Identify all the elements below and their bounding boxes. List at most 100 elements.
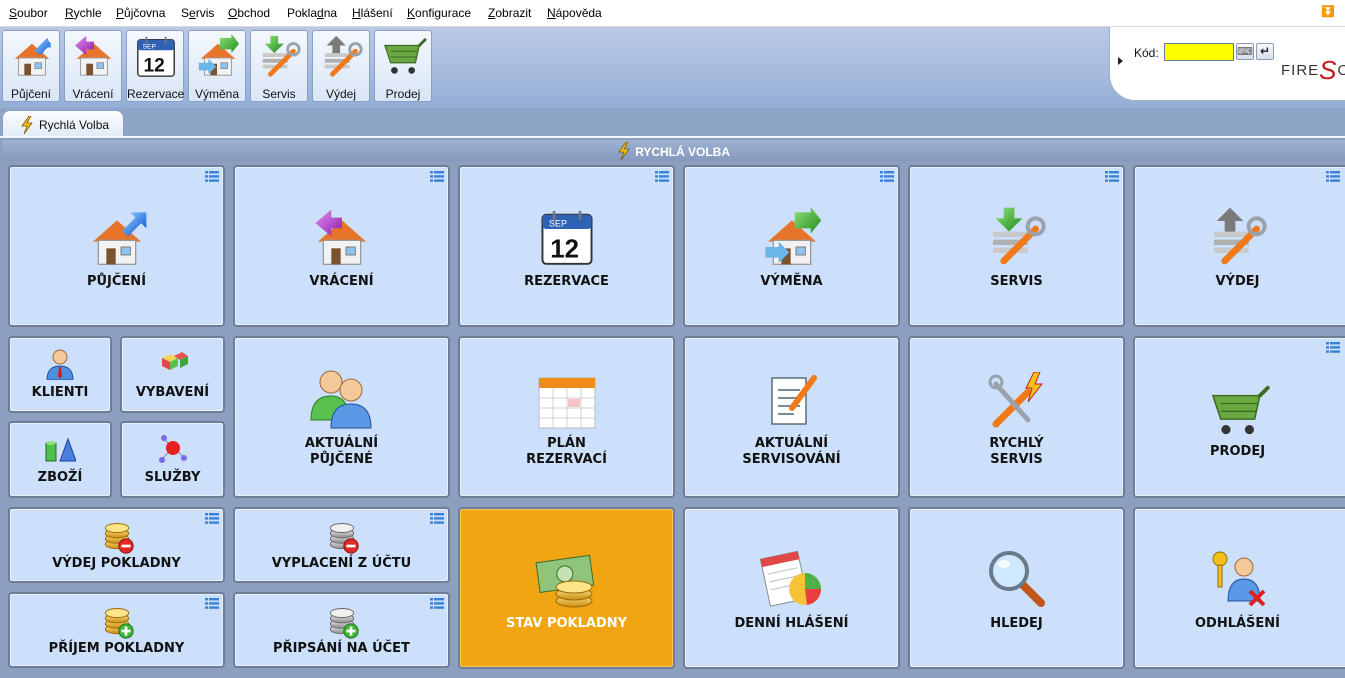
menu-hlaseni[interactable]: Hlášení <box>352 6 393 20</box>
tile-aktualni-servisovani[interactable]: AKTUÁLNÍ SERVISOVÁNÍ <box>683 336 900 498</box>
coins-minus-icon <box>329 523 359 554</box>
tile-hledej[interactable]: HLEDEJ <box>908 507 1125 669</box>
menu-rychle[interactable]: Rychle <box>65 6 102 20</box>
toolbar-label: Výdej <box>325 87 357 101</box>
toolbar-label: Výměna <box>194 87 240 101</box>
tile-label: STAV POKLADNY <box>505 616 628 631</box>
tile-vybaveni[interactable]: VYBAVENÍ <box>120 336 225 413</box>
expand-arrow-icon[interactable] <box>1118 57 1123 65</box>
tile-plan-rezervaci[interactable]: PLÁN REZERVACÍ <box>458 336 675 498</box>
tile-label: HLEDEJ <box>990 616 1043 631</box>
tile-label: DENNÍ HLÁŠENÍ <box>734 616 849 631</box>
tile-menu-icon[interactable] <box>430 513 444 524</box>
tile-label: ODHLÁŠENÍ <box>1194 616 1281 631</box>
tab-rychla-volba[interactable]: Rychlá Volba <box>2 110 124 137</box>
magnifier-icon <box>988 551 1045 607</box>
services-molecule-icon <box>158 435 187 463</box>
toolbar-servis-button[interactable]: Servis <box>250 30 308 102</box>
tile-vraceni[interactable]: VRÁCENÍ <box>233 165 450 327</box>
tile-label: PŘIPSÁNÍ NA ÚČET <box>273 641 410 656</box>
tile-vymena[interactable]: VÝMĚNA <box>683 165 900 327</box>
tile-menu-icon[interactable] <box>205 598 219 609</box>
calendar-icon: SEP 12 <box>540 209 593 266</box>
tile-menu-icon[interactable] <box>1105 171 1119 182</box>
toolbar-vymena-button[interactable]: Výměna <box>188 30 246 102</box>
toolbar-vydej-button[interactable]: Výdej <box>312 30 370 102</box>
tile-label: VYPLACENÍ Z ÚČTU <box>271 556 412 571</box>
quick-service-icon <box>988 372 1043 428</box>
checklist-icon <box>770 375 817 425</box>
lightning-icon <box>618 142 630 160</box>
toolbar-pujceni-button[interactable]: Půjčení <box>2 30 60 102</box>
toolbar-label: Prodej <box>385 87 421 101</box>
tile-rezervace[interactable]: SEP 12 REZERVACE <box>458 165 675 327</box>
exchange-icon <box>764 207 821 266</box>
lightning-icon <box>21 116 33 134</box>
menu-zobrazit[interactable]: Zobrazit <box>488 6 531 20</box>
calendar-month: SEP <box>143 43 157 50</box>
tile-rychly-servis[interactable]: RYCHLÝ SERVIS <box>908 336 1125 498</box>
tile-menu-icon[interactable] <box>430 171 444 182</box>
menu-obchod[interactable]: Obchod <box>228 6 270 20</box>
tile-menu-icon[interactable] <box>880 171 894 182</box>
tile-prodej[interactable]: PRODEJ <box>1133 336 1345 498</box>
menu-napoveda[interactable]: Nápověda <box>547 6 602 20</box>
issue-tools-icon <box>1206 207 1270 269</box>
issue-tools-icon <box>319 35 365 80</box>
enter-icon[interactable]: ↵ <box>1256 43 1274 60</box>
tile-label: PLÁN <box>547 436 586 451</box>
tile-zbozi[interactable]: ZBOŽÍ <box>8 421 112 498</box>
tile-vydej[interactable]: VÝDEJ <box>1133 165 1345 327</box>
tile-label: REZERVACÍ <box>526 452 607 467</box>
menu-soubor[interactable]: Soubor <box>9 6 48 20</box>
calendar-icon: SEP 12 <box>136 35 176 78</box>
house-return-icon <box>314 209 367 266</box>
menu-konfigurace[interactable]: Konfigurace <box>407 6 471 20</box>
tab-label: Rychlá Volba <box>39 118 110 132</box>
house-arrow-icon <box>14 37 52 76</box>
tile-prijem-pokladny[interactable]: PŘÍJEM POKLADNY <box>8 592 225 668</box>
tile-label: SERVIS <box>990 452 1043 467</box>
report-chart-icon <box>759 550 821 607</box>
code-input[interactable] <box>1164 43 1234 61</box>
tile-pujceni[interactable]: PŮJČENÍ <box>8 165 225 327</box>
toolbar-rezervace-button[interactable]: SEP 12 Rezervace <box>126 30 184 102</box>
menu-pujcovna[interactable]: Půjčovna <box>116 6 165 20</box>
tile-klienti[interactable]: KLIENTI <box>8 336 112 413</box>
tab-strip: Rychlá Volba <box>0 108 1345 137</box>
tile-denni-hlaseni[interactable]: DENNÍ HLÁŠENÍ <box>683 507 900 669</box>
tile-menu-icon[interactable] <box>655 171 669 182</box>
logout-keys-icon <box>1212 551 1265 607</box>
toolbar-prodej-button[interactable]: Prodej <box>374 30 432 102</box>
toolbar-label: Servis <box>262 87 296 101</box>
tile-sluzby[interactable]: SLUŽBY <box>120 421 225 498</box>
coins-minus-icon <box>104 523 134 554</box>
menu-servis[interactable]: Servis <box>181 6 214 20</box>
cash-coins-icon <box>534 554 594 608</box>
tile-menu-icon[interactable] <box>205 171 219 182</box>
tile-servis[interactable]: SERVIS <box>908 165 1125 327</box>
tile-label: KLIENTI <box>31 385 89 400</box>
tile-vydej-pokladny[interactable]: VÝDEJ POKLADNY <box>8 507 225 583</box>
equipment-cubes-icon <box>161 352 188 370</box>
tile-menu-icon[interactable] <box>1326 342 1340 353</box>
tile-label: PŮJČENÍ <box>86 274 147 289</box>
tile-stav-pokladny[interactable]: STAV POKLADNY <box>458 507 675 669</box>
tile-menu-icon[interactable] <box>1326 171 1340 182</box>
code-panel: Kód: ⌨ ↵ FIRESOF <box>1109 27 1345 101</box>
keyboard-icon[interactable]: ⌨ <box>1236 43 1254 60</box>
toolbar-vraceni-button[interactable]: Vrácení <box>64 30 122 102</box>
tile-pripsani-na-ucet[interactable]: PŘIPSÁNÍ NA ÚČET <box>233 592 450 668</box>
toolbar-label: Vrácení <box>72 87 114 101</box>
tile-vyplaceni-z-uctu[interactable]: VYPLACENÍ Z ÚČTU <box>233 507 450 583</box>
tile-label: SLUŽBY <box>144 470 201 485</box>
tile-aktualni-pujcene[interactable]: AKTUÁLNÍ PŮJČENÉ <box>233 336 450 498</box>
tile-menu-icon[interactable] <box>430 598 444 609</box>
tile-menu-icon[interactable] <box>205 513 219 524</box>
menu-pokladna[interactable]: Pokladna <box>287 6 337 20</box>
house-arrow-icon <box>91 212 146 266</box>
service-tools-icon <box>257 35 303 80</box>
service-tools-icon <box>985 207 1049 269</box>
menu-overflow-icon[interactable]: ⏬ <box>1321 5 1335 18</box>
tile-odhlaseni[interactable]: ODHLÁŠENÍ <box>1133 507 1345 669</box>
